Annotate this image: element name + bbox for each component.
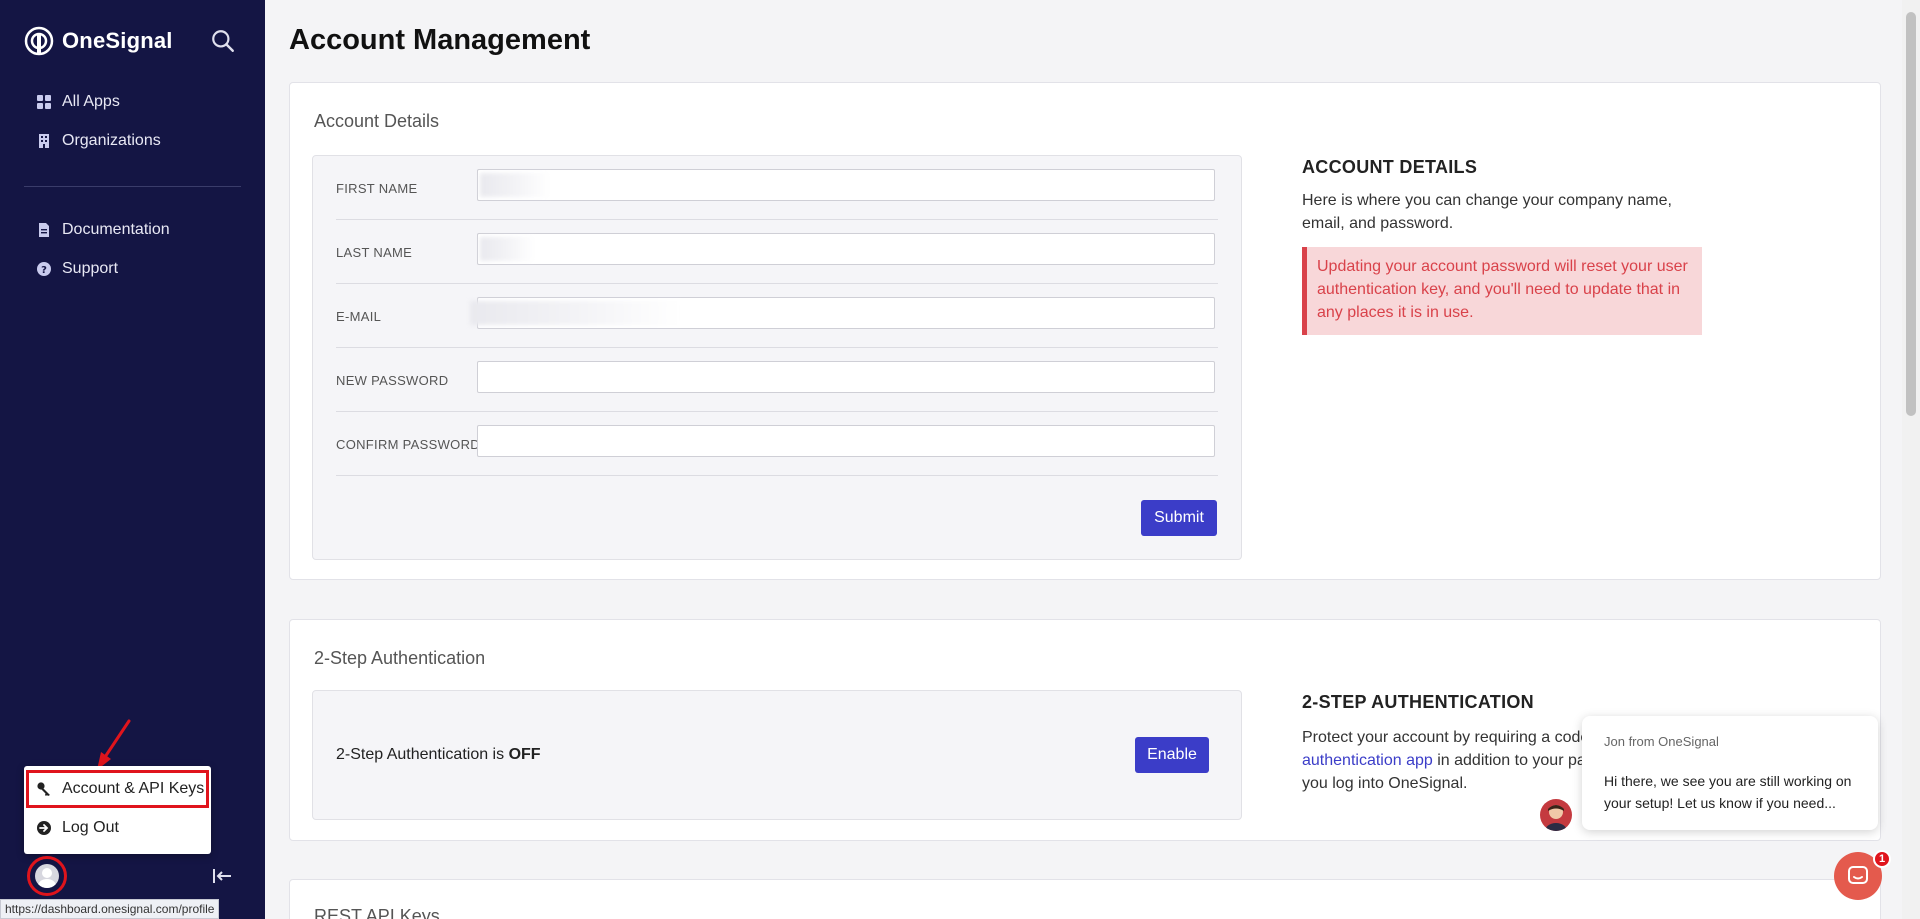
logout-icon <box>37 821 51 835</box>
annotation-arrow-icon <box>97 719 131 770</box>
form-row-new-password: NEW PASSWORD <box>336 348 1218 412</box>
rest-api-keys-card: REST API Keys <box>289 879 1881 919</box>
info-line-1: Protect your account by requiring a code… <box>1302 729 1604 746</box>
form-label: FIRST NAME <box>336 181 418 196</box>
avatar <box>35 864 59 888</box>
grid-icon <box>37 94 51 109</box>
two-step-status-box: 2-Step Authentication is OFF Enable <box>312 690 1242 820</box>
form-row-email: E-MAIL <box>336 284 1218 348</box>
authentication-app-link[interactable]: authentication app <box>1302 752 1433 769</box>
nav-secondary: Documentation ? Support <box>24 210 241 288</box>
form-label: LAST NAME <box>336 245 413 260</box>
chat-message: Hi there, we see you are still working o… <box>1604 773 1852 811</box>
account-details-form: FIRST NAME LAST NAME E-MAIL NEW PASSWORD… <box>312 155 1242 560</box>
key-icon <box>37 782 50 796</box>
user-avatar-button[interactable] <box>27 856 67 896</box>
form-row-first-name: FIRST NAME <box>336 156 1218 220</box>
info-text: Protect your account by requiring a code… <box>1302 726 1604 795</box>
building-icon <box>39 133 49 148</box>
account-details-card: Account Details FIRST NAME LAST NAME E-M… <box>289 82 1881 580</box>
last-name-input[interactable] <box>477 233 1215 265</box>
enable-button[interactable]: Enable <box>1135 737 1209 773</box>
sidebar-item-organizations[interactable]: Organizations <box>24 121 241 160</box>
nav-primary: All Apps Organizations <box>24 82 241 160</box>
page-title: Account Management <box>289 24 591 56</box>
sidebar: OneSignal All Apps Organizations Documen… <box>0 0 265 919</box>
question-circle-icon: ? <box>37 261 51 276</box>
menu-item-account-api-keys[interactable]: Account & API Keys <box>26 770 209 808</box>
info-line-2: authentication app in addition to your p… <box>1302 749 1604 772</box>
first-name-input[interactable] <box>477 169 1215 201</box>
password-warning-alert: Updating your account password will rese… <box>1302 247 1702 335</box>
info-text: Here is where you can change your compan… <box>1302 192 1672 232</box>
two-step-status-text: 2-Step Authentication is OFF <box>336 746 541 764</box>
chat-icon <box>1848 866 1868 884</box>
document-icon <box>39 222 49 237</box>
sidebar-item-all-apps[interactable]: All Apps <box>24 82 241 121</box>
person-avatar-icon <box>1545 805 1567 831</box>
chat-sender: Jon from OneSignal <box>1604 734 1719 749</box>
form-row-last-name: LAST NAME <box>336 220 1218 284</box>
card-title: 2-Step Authentication <box>314 648 486 668</box>
two-step-status-value: OFF <box>508 746 541 763</box>
sidebar-item-label: Documentation <box>62 220 170 238</box>
new-password-input[interactable] <box>477 361 1215 393</box>
email-input[interactable] <box>470 297 1215 329</box>
sidebar-item-support[interactable]: ? Support <box>24 249 241 288</box>
scrollbar-thumb[interactable] <box>1906 12 1916 416</box>
form-label: CONFIRM PASSWORD <box>336 437 480 452</box>
sidebar-item-label: Organizations <box>62 131 161 149</box>
status-bar-url: https://dashboard.onesignal.com/profile <box>0 899 220 919</box>
onesignal-logo-icon <box>24 26 54 56</box>
confirm-password-input[interactable] <box>477 425 1215 457</box>
two-step-status-prefix: 2-Step Authentication is <box>336 746 509 763</box>
user-icon <box>38 868 56 888</box>
chat-agent-avatar <box>1540 799 1572 831</box>
sidebar-item-documentation[interactable]: Documentation <box>24 210 241 249</box>
form-label: E-MAIL <box>336 309 382 324</box>
svg-text:?: ? <box>41 265 47 276</box>
menu-item-log-out[interactable]: Log Out <box>24 808 211 848</box>
info-line-3: you log into OneSignal. <box>1302 775 1468 792</box>
brand-name: OneSignal <box>62 28 173 53</box>
card-title: Account Details <box>314 111 440 131</box>
info-heading: 2-STEP AUTHENTICATION <box>1302 692 1534 712</box>
menu-item-label: Account & API Keys <box>62 780 205 797</box>
info-line-2-rest: in addition to your pass <box>1432 752 1602 769</box>
page-scrollbar[interactable] <box>1902 0 1920 919</box>
chat-unread-badge: 1 <box>1873 850 1891 868</box>
form-label: NEW PASSWORD <box>336 373 449 388</box>
submit-button[interactable]: Submit <box>1141 500 1217 536</box>
search-icon[interactable] <box>210 28 236 54</box>
brand[interactable]: OneSignal <box>24 26 173 56</box>
menu-item-label: Log Out <box>62 819 119 836</box>
card-title: REST API Keys <box>314 906 440 919</box>
sidebar-item-label: All Apps <box>62 92 120 110</box>
nav-divider <box>24 186 241 187</box>
info-heading: ACCOUNT DETAILS <box>1302 157 1478 177</box>
form-row-confirm-password: CONFIRM PASSWORD <box>336 412 1218 476</box>
sidebar-item-label: Support <box>62 259 119 277</box>
collapse-sidebar-icon[interactable] <box>210 864 234 888</box>
account-menu-popup: Account & API Keys Log Out <box>24 766 211 854</box>
chat-message-bubble[interactable]: Jon from OneSignal Hi there, we see you … <box>1582 716 1878 830</box>
